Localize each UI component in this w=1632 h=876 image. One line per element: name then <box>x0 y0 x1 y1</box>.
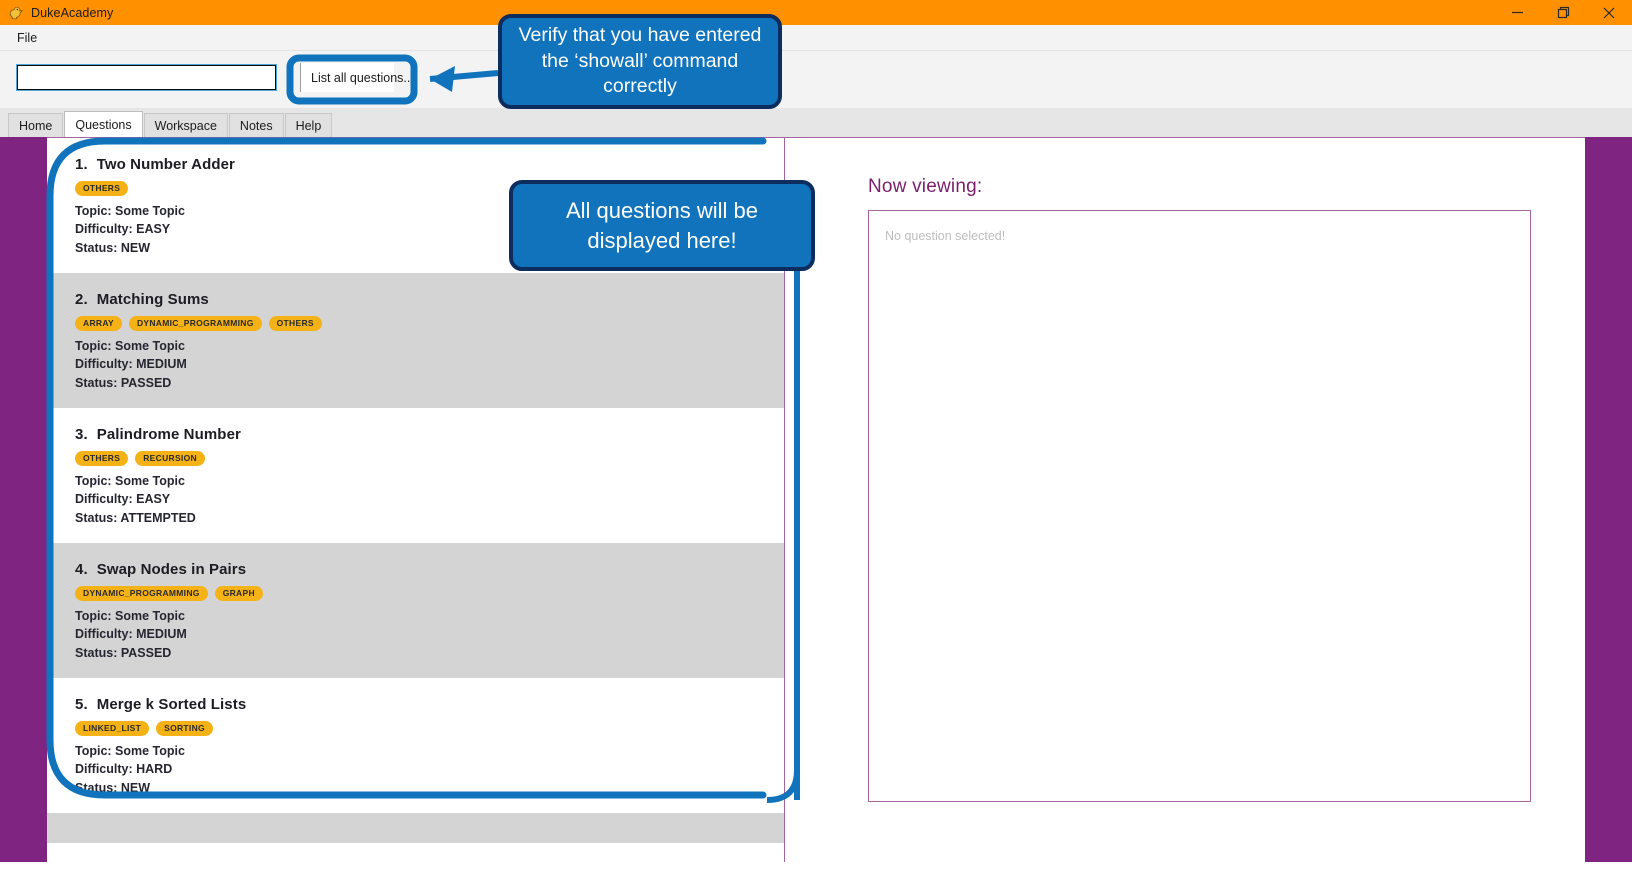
command-input[interactable] <box>16 64 277 91</box>
question-tags: OTHERS RECURSION <box>75 451 784 466</box>
tab-home[interactable]: Home <box>8 113 64 137</box>
question-list-item[interactable]: 5. Merge k Sorted Lists LINKED_LIST SORTI… <box>47 678 784 813</box>
question-name: Palindrome Number <box>96 426 241 443</box>
question-name: Merge k Sorted Lists <box>96 696 247 713</box>
list-empty-row <box>47 843 784 862</box>
menu-item-file[interactable]: File <box>8 28 46 48</box>
tag-chip: GRAPH <box>214 586 263 601</box>
question-title: 2. Matching Sums <box>75 291 784 308</box>
application-window: DukeAcademy File List all questions... H… <box>0 0 1632 876</box>
list-empty-row <box>47 813 784 843</box>
question-difficulty: Difficulty: HARD <box>75 762 173 776</box>
title-bar: DukeAcademy <box>0 0 1632 25</box>
question-status: Status: NEW <box>75 780 150 795</box>
callout-list: All questions will be displayed here! <box>509 180 815 271</box>
close-icon[interactable] <box>1586 0 1632 25</box>
tab-bar: Home Questions Workspace Notes Help <box>0 108 1632 137</box>
tag-chip: ARRAY <box>75 316 122 331</box>
question-difficulty: Difficulty: MEDIUM <box>75 627 187 641</box>
command-result-text: List all questions... <box>311 70 414 85</box>
duck-icon <box>7 4 24 21</box>
question-difficulty: Difficulty: MEDIUM <box>75 357 187 371</box>
question-number: 5. <box>75 696 88 713</box>
tag-chip: DYNAMIC_PROGRAMMING <box>128 316 262 331</box>
tag-chip: OTHERS <box>268 316 322 331</box>
question-list-item[interactable]: 2. Matching Sums ARRAY DYNAMIC_PROGRAMMIN… <box>47 273 784 408</box>
question-topic: Topic: Some Topic <box>75 608 185 623</box>
now-viewing-heading: Now viewing: <box>868 176 983 197</box>
window-title: DukeAcademy <box>31 5 114 20</box>
tag-chip: SORTING <box>156 721 213 736</box>
question-list-item[interactable]: 4. Swap Nodes in Pairs DYNAMIC_PROGRAMMIN… <box>47 543 784 678</box>
question-title: 1. Two Number Adder <box>75 156 784 173</box>
tag-chip: RECURSION <box>135 451 205 466</box>
tag-chip: LINKED_LIST <box>75 721 150 736</box>
question-name: Matching Sums <box>96 291 209 308</box>
question-viewer-pane: Now viewing: No question selected! <box>786 138 1585 862</box>
question-tags: ARRAY DYNAMIC_PROGRAMMING OTHERS <box>75 316 784 331</box>
tag-chip: OTHERS <box>75 181 129 196</box>
question-topic: Topic: Some Topic <box>75 338 185 353</box>
command-result-box: List all questions... <box>300 63 414 92</box>
restore-icon[interactable] <box>1540 0 1586 25</box>
minimize-icon[interactable] <box>1494 0 1540 25</box>
left-accent-strip <box>0 137 47 862</box>
question-topic: Topic: Some Topic <box>75 473 185 488</box>
window-controls <box>1494 0 1632 25</box>
callout-showall: Verify that you have entered the ‘showal… <box>498 14 782 109</box>
question-status: Status: ATTEMPTED <box>75 510 196 525</box>
title-bar-left: DukeAcademy <box>0 4 113 21</box>
tab-notes[interactable]: Notes <box>228 113 284 137</box>
question-detail-box: No question selected! <box>868 210 1531 802</box>
question-list-item[interactable]: 3. Palindrome Number OTHERS RECURSION Top… <box>47 408 784 543</box>
question-status: Status: PASSED <box>75 645 172 660</box>
tab-help[interactable]: Help <box>284 113 333 137</box>
no-question-selected-message: No question selected! <box>885 229 1006 243</box>
right-accent-strip <box>1585 137 1632 862</box>
menu-bar: File <box>0 25 1632 51</box>
question-difficulty: Difficulty: EASY <box>75 492 171 506</box>
question-title: 5. Merge k Sorted Lists <box>75 696 784 713</box>
question-topic: Topic: Some Topic <box>75 743 185 758</box>
question-title: 4. Swap Nodes in Pairs <box>75 561 784 578</box>
panes-container: 1. Two Number Adder OTHERS Topic: Some To… <box>47 137 1585 862</box>
main-content: 1. Two Number Adder OTHERS Topic: Some To… <box>0 137 1632 876</box>
question-name: Swap Nodes in Pairs <box>96 561 247 578</box>
command-input-inner <box>18 66 275 89</box>
tag-chip: DYNAMIC_PROGRAMMING <box>75 586 208 601</box>
question-number: 3. <box>75 426 88 443</box>
tab-workspace[interactable]: Workspace <box>143 113 228 137</box>
command-bar: List all questions... <box>0 51 1632 142</box>
question-number: 2. <box>75 291 88 308</box>
question-number: 4. <box>75 561 88 578</box>
question-tags: DYNAMIC_PROGRAMMING GRAPH <box>75 586 784 601</box>
question-title: 3. Palindrome Number <box>75 426 784 443</box>
tab-questions[interactable]: Questions <box>64 111 143 137</box>
question-number: 1. <box>75 156 88 173</box>
question-tags: LINKED_LIST SORTING <box>75 721 784 736</box>
tag-chip: OTHERS <box>75 451 129 466</box>
question-status: Status: PASSED <box>75 375 172 390</box>
question-name: Two Number Adder <box>96 156 235 173</box>
